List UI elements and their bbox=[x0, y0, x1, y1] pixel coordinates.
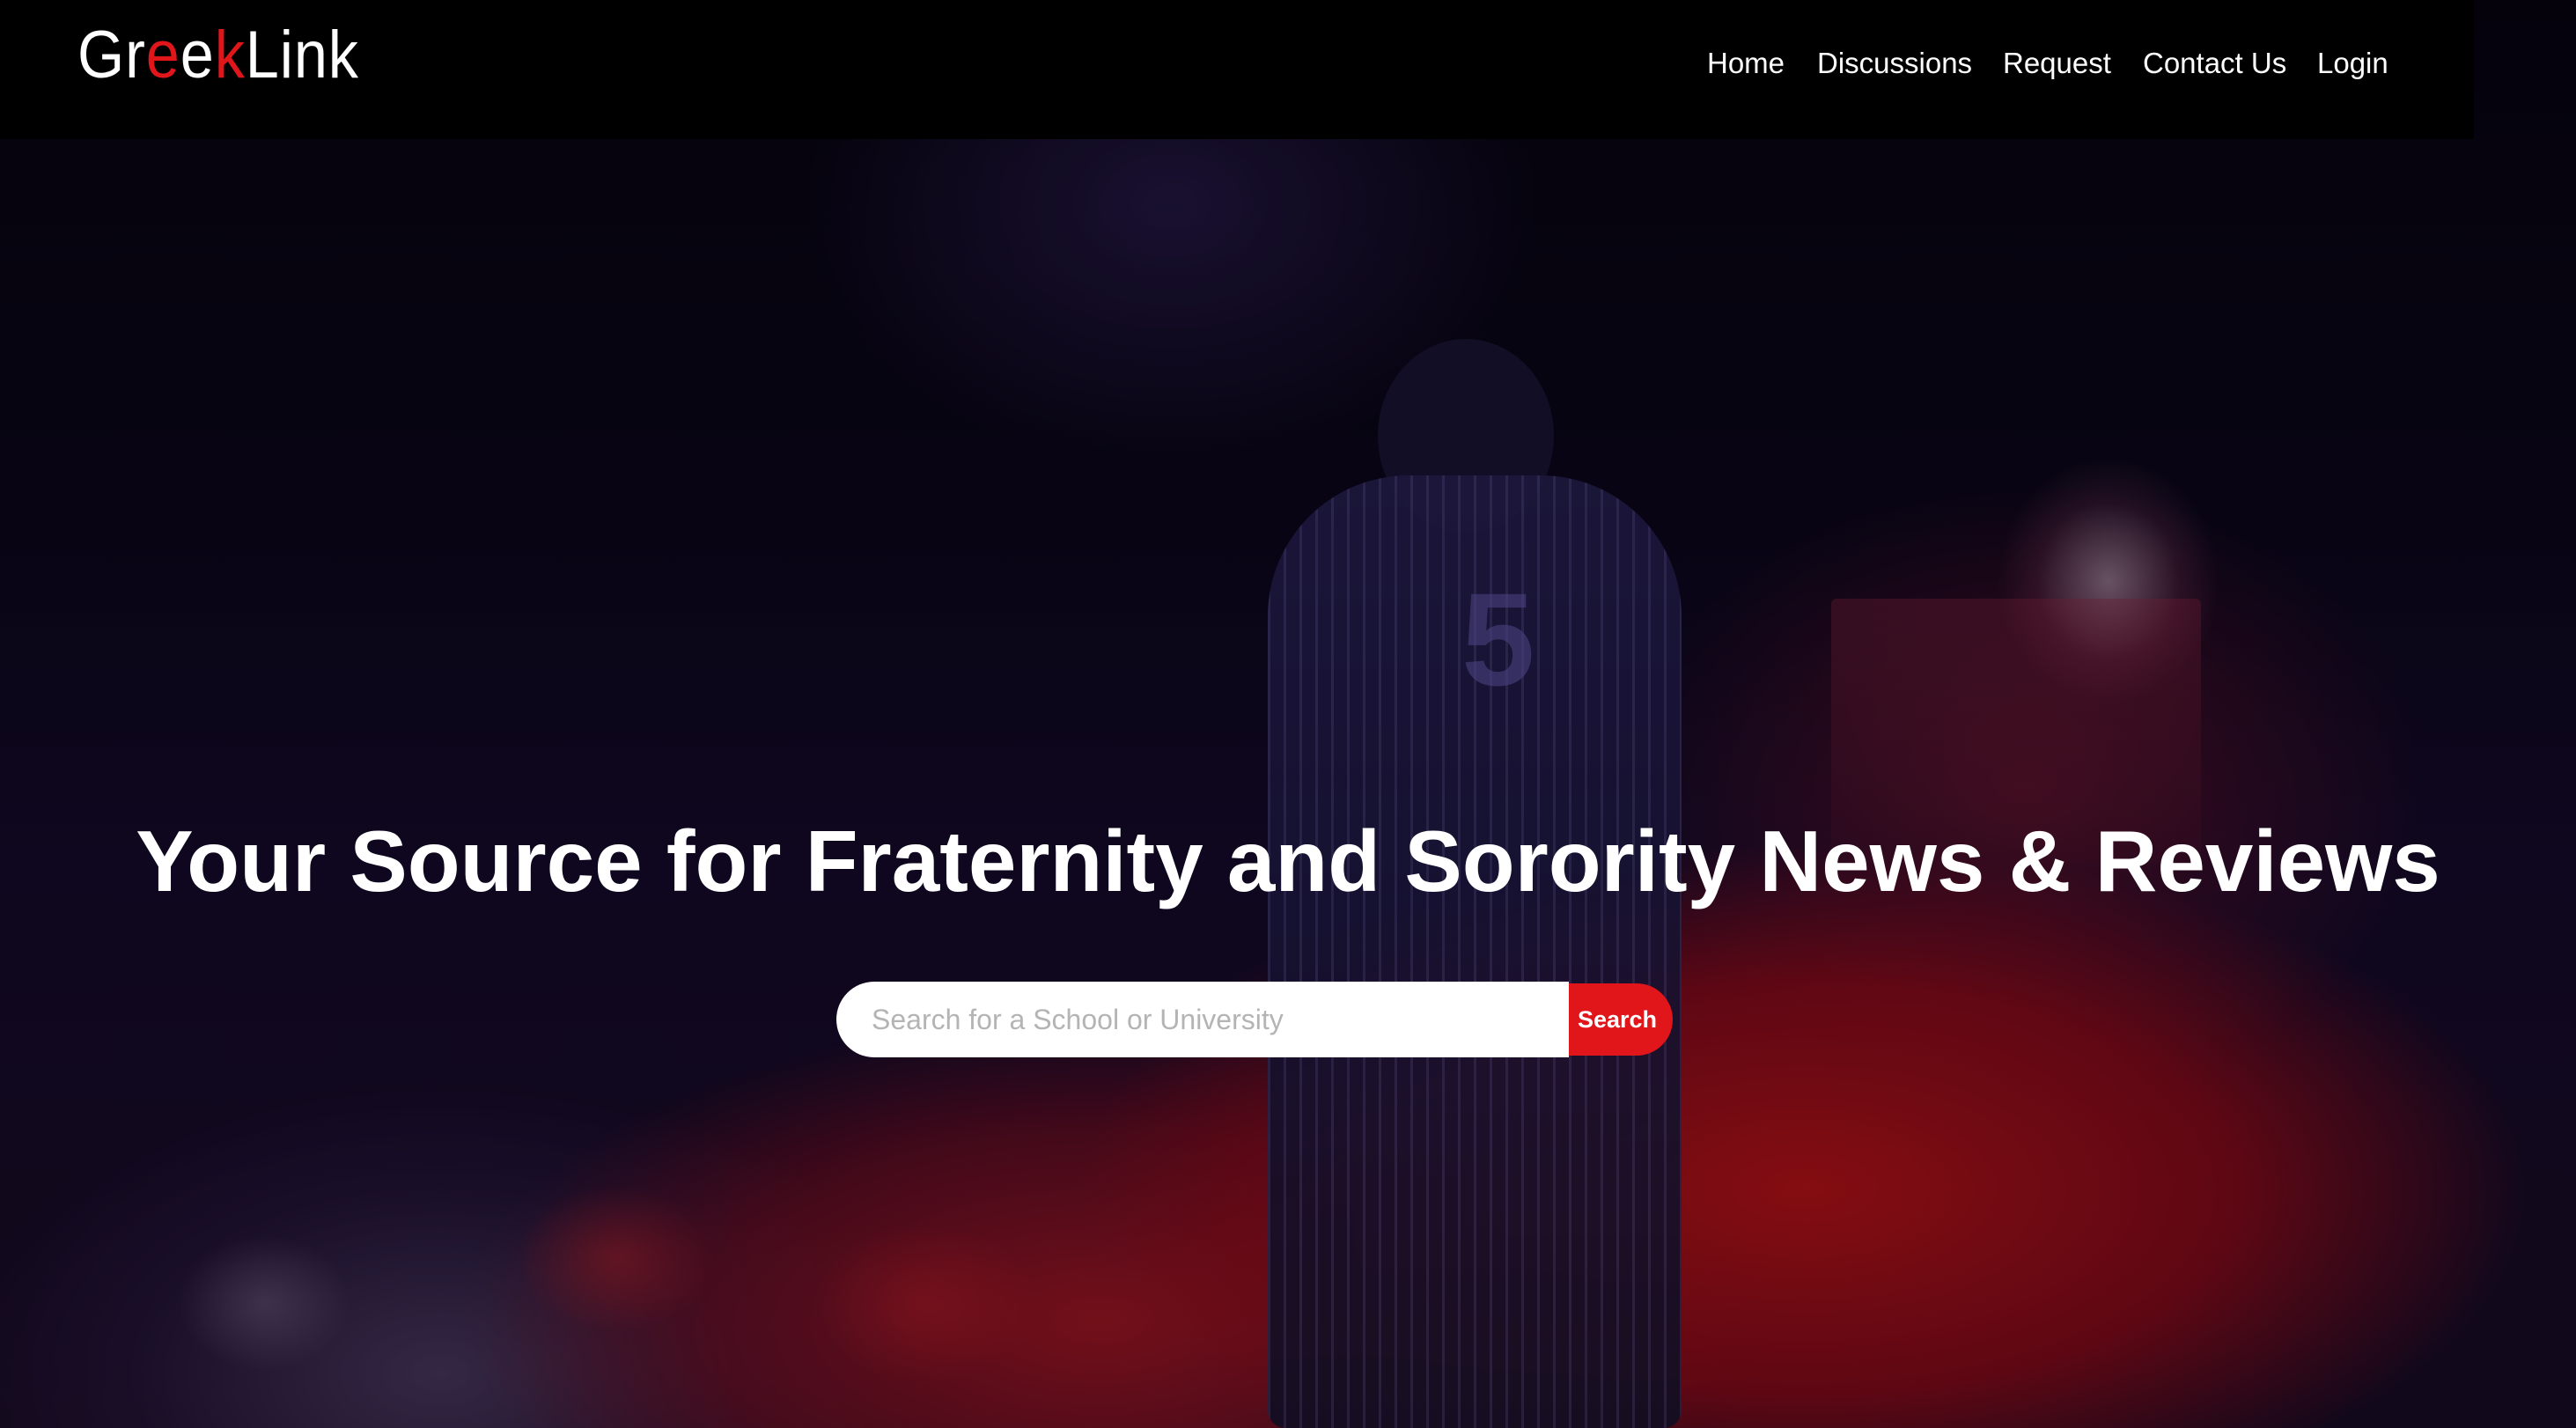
search-input[interactable] bbox=[836, 982, 1569, 1057]
navbar: GreekLink Home Discussions Request Conta… bbox=[0, 0, 2474, 139]
nav-links: Home Discussions Request Contact Us Logi… bbox=[0, 42, 2474, 86]
search-button[interactable]: Search bbox=[1569, 983, 1673, 1056]
nav-link-discussions[interactable]: Discussions bbox=[1817, 42, 1972, 85]
page: 5 GreekLink Home Discussions Request Con… bbox=[0, 0, 2576, 1428]
nav-link-login[interactable]: Login bbox=[2317, 42, 2388, 85]
hero-title: Your Source for Fraternity and Sorority … bbox=[136, 813, 2440, 909]
hero-overlay bbox=[0, 0, 2576, 1428]
nav-link-contact-us[interactable]: Contact Us bbox=[2143, 42, 2286, 85]
nav-link-home[interactable]: Home bbox=[1707, 42, 1785, 85]
nav-link-request[interactable]: Request bbox=[2003, 42, 2111, 85]
search-bar: Search bbox=[836, 982, 1717, 1057]
